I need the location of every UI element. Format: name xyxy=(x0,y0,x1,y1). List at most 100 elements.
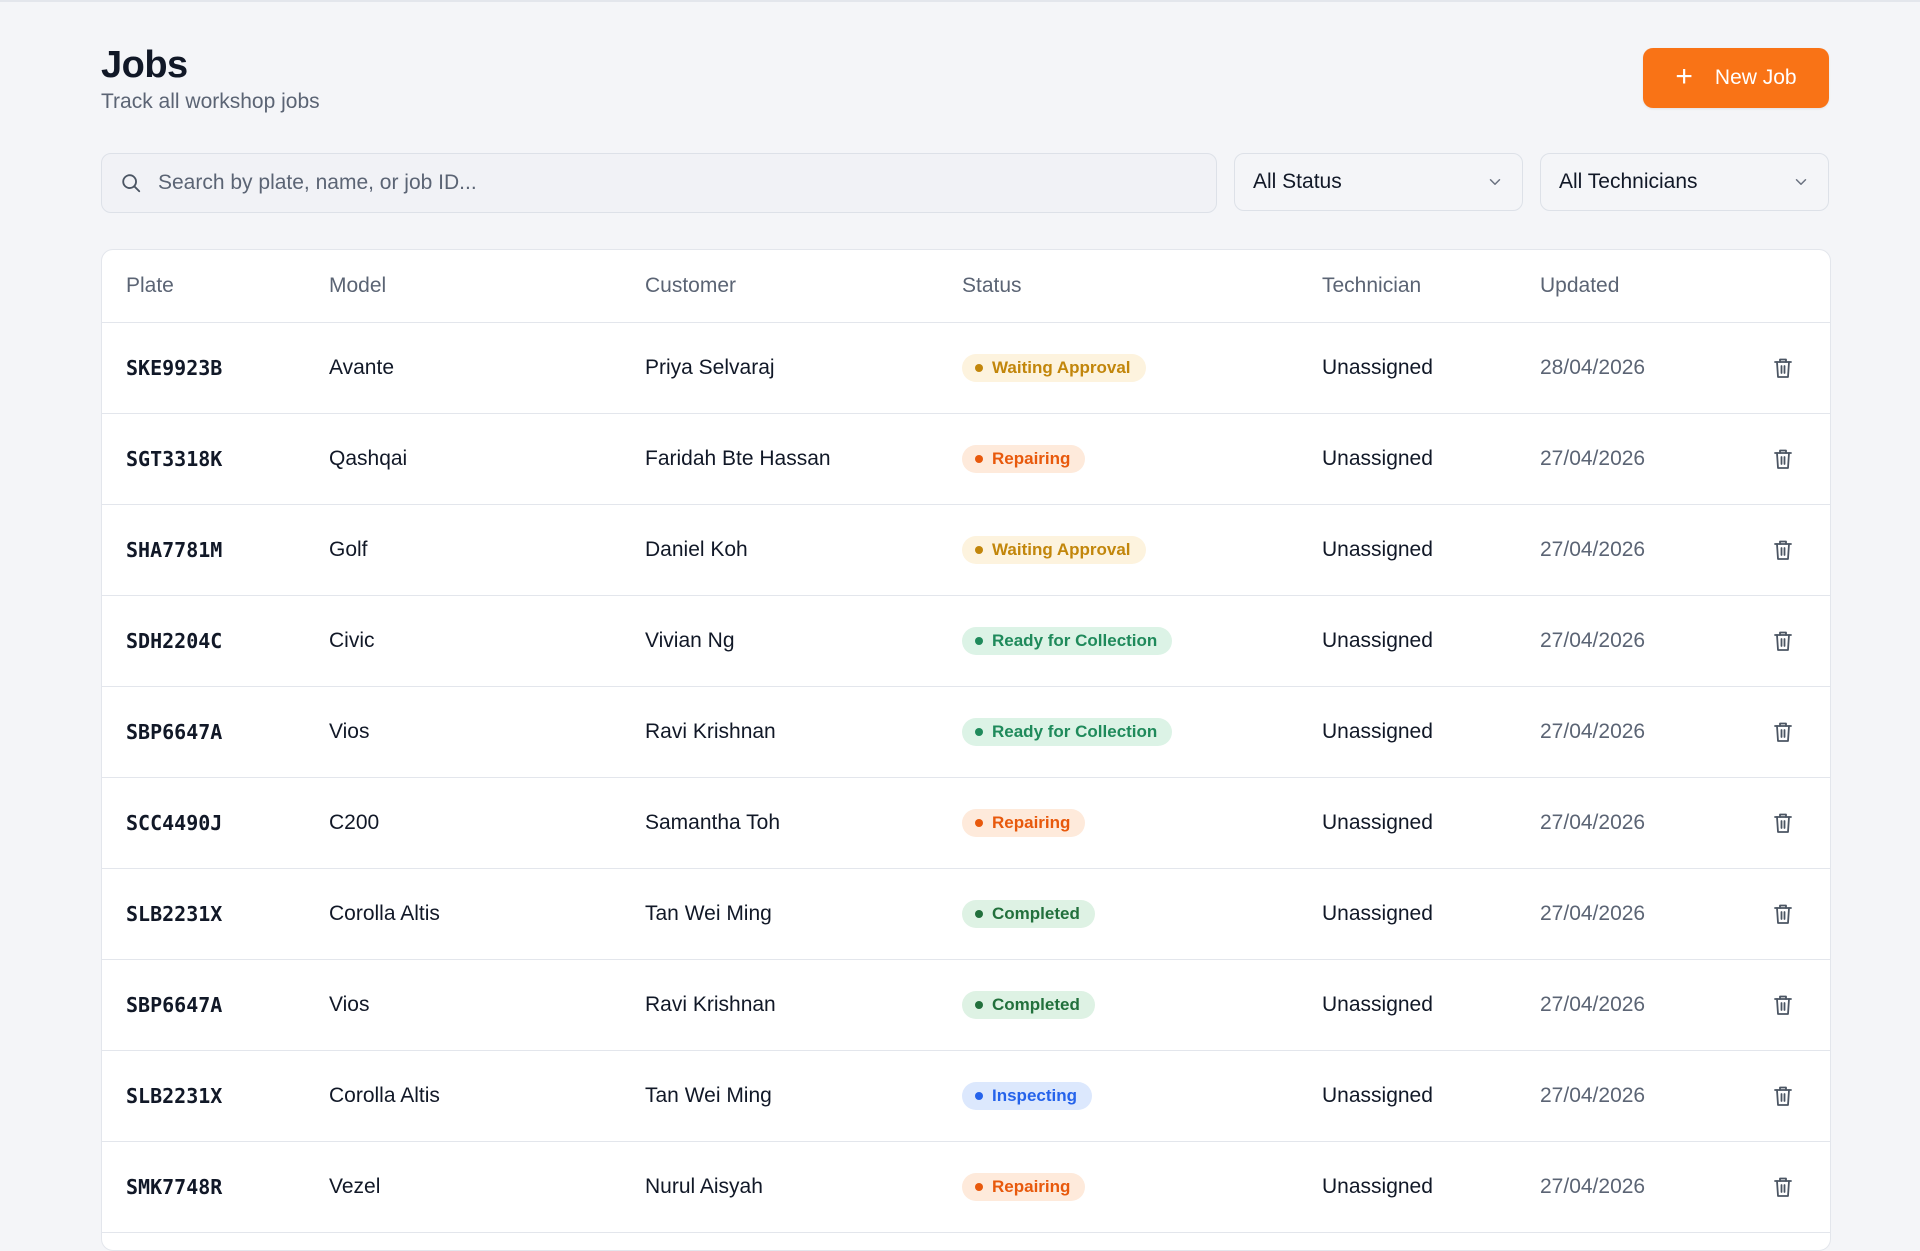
status-cell: Ready for Collection xyxy=(962,687,1173,777)
customer-cell: Tan Wei Ming xyxy=(645,902,772,925)
customer-cell: Ravi Krishnan xyxy=(645,720,776,743)
status-badge-label: Repairing xyxy=(992,1177,1071,1196)
technician-cell: Unassigned xyxy=(1322,902,1433,925)
delete-button[interactable] xyxy=(1773,778,1793,868)
status-cell: Repairing xyxy=(962,414,1086,504)
customer-cell: Tan Wei Ming xyxy=(645,1084,772,1107)
status-dot-icon xyxy=(975,1001,983,1009)
status-badge: Inspecting xyxy=(962,1082,1093,1110)
updated-cell: 27/04/2026 xyxy=(1540,993,1646,1016)
customer-cell: Ravi Krishnan xyxy=(645,993,776,1016)
table-row[interactable]: SBP6647A Vios Ravi Krishnan Completed Unassi… xyxy=(102,960,1830,1051)
trash-icon xyxy=(1773,721,1793,743)
status-cell: Completed xyxy=(962,869,1095,959)
trash-icon xyxy=(1773,357,1793,379)
plate-cell: SMK7748R xyxy=(126,1175,223,1199)
customer-cell: Vivian Ng xyxy=(645,629,735,652)
plate-cell: SCC4490J xyxy=(126,811,223,835)
model-cell: Corolla Altis xyxy=(329,902,440,925)
technician-cell: Unassigned xyxy=(1322,1084,1433,1107)
page-title: Jobs xyxy=(101,44,188,86)
status-cell: Repairing xyxy=(962,1142,1086,1232)
status-cell: Repairing xyxy=(962,778,1086,868)
table-row[interactable]: SGT3318K Qashqai Faridah Bte Hassan Repairi… xyxy=(102,414,1830,505)
plate-cell: SDH2204C xyxy=(126,629,223,653)
plate-cell: SGT3318K xyxy=(126,447,223,471)
status-dot-icon xyxy=(975,728,983,736)
table-row[interactable]: SLB2231X Corolla Altis Tan Wei Ming Inspect… xyxy=(102,1051,1830,1142)
column-header-updated: Updated xyxy=(1540,274,1620,297)
status-badge: Waiting Approval xyxy=(962,354,1146,382)
column-header-customer: Customer xyxy=(645,274,737,297)
status-dot-icon xyxy=(975,637,983,645)
column-header-plate: Plate xyxy=(126,274,174,297)
status-badge: Ready for Collection xyxy=(962,627,1173,655)
model-cell: Golf xyxy=(329,538,368,561)
delete-button[interactable] xyxy=(1773,960,1793,1050)
model-cell: Vios xyxy=(329,993,370,1016)
technician-filter-select[interactable]: All Technicians xyxy=(1540,153,1829,211)
plate-cell: SLB2231X xyxy=(126,902,223,926)
chevron-down-icon xyxy=(1795,179,1807,185)
table-row[interactable]: SCC4490J C200 Samantha Toh Repairing Unassig… xyxy=(102,778,1830,869)
status-badge-label: Waiting Approval xyxy=(992,540,1131,559)
status-badge-label: Waiting Approval xyxy=(992,358,1131,377)
plus-icon: + xyxy=(1675,59,1693,93)
trash-icon xyxy=(1773,994,1793,1016)
status-cell: Inspecting xyxy=(962,1051,1093,1141)
table-body: SKE9923B Avante Priya Selvaraj Waiting Appr… xyxy=(102,323,1830,1233)
technician-cell: Unassigned xyxy=(1322,538,1433,561)
delete-button[interactable] xyxy=(1773,1051,1793,1141)
column-header-status: Status xyxy=(962,274,1022,297)
status-badge-label: Completed xyxy=(992,904,1080,923)
filter-bar: All Status All Technicians xyxy=(101,153,1829,213)
status-filter-select[interactable]: All Status xyxy=(1234,153,1523,211)
model-cell: Corolla Altis xyxy=(329,1084,440,1107)
new-job-button[interactable]: + New Job xyxy=(1643,48,1829,108)
trash-icon xyxy=(1773,903,1793,925)
customer-cell: Nurul Aisyah xyxy=(645,1175,763,1198)
delete-button[interactable] xyxy=(1773,323,1793,413)
table-header: Plate Model Customer Status Technician U… xyxy=(102,250,1830,323)
model-cell: Vezel xyxy=(329,1175,381,1198)
status-dot-icon xyxy=(975,910,983,918)
status-badge: Repairing xyxy=(962,445,1086,473)
status-dot-icon xyxy=(975,455,983,463)
status-dot-icon xyxy=(975,1092,983,1100)
delete-button[interactable] xyxy=(1773,505,1793,595)
status-badge-label: Repairing xyxy=(992,813,1071,832)
search-input[interactable] xyxy=(156,170,1140,196)
trash-icon xyxy=(1773,1176,1793,1198)
delete-button[interactable] xyxy=(1773,687,1793,777)
delete-button[interactable] xyxy=(1773,869,1793,959)
technician-cell: Unassigned xyxy=(1322,811,1433,834)
status-badge-label: Ready for Collection xyxy=(992,631,1158,650)
table-row[interactable]: SKE9923B Avante Priya Selvaraj Waiting Appr… xyxy=(102,323,1830,414)
table-row[interactable]: SDH2204C Civic Vivian Ng Ready for Collecti… xyxy=(102,596,1830,687)
updated-cell: 27/04/2026 xyxy=(1540,538,1646,561)
plate-cell: SKE9923B xyxy=(126,356,223,380)
customer-cell: Faridah Bte Hassan xyxy=(645,447,831,470)
technician-cell: Unassigned xyxy=(1322,356,1433,379)
column-header-technician: Technician xyxy=(1322,274,1422,297)
model-cell: Qashqai xyxy=(329,447,408,470)
status-filter-value: All Status xyxy=(1253,170,1342,193)
delete-button[interactable] xyxy=(1773,414,1793,504)
plate-cell: SBP6647A xyxy=(126,720,223,744)
updated-cell: 27/04/2026 xyxy=(1540,447,1646,470)
technician-filter-value: All Technicians xyxy=(1559,170,1698,193)
page-header: Jobs Track all workshop jobs + New Job xyxy=(101,40,1829,120)
model-cell: Avante xyxy=(329,356,394,379)
table-row[interactable]: SBP6647A Vios Ravi Krishnan Ready for Colle… xyxy=(102,687,1830,778)
status-dot-icon xyxy=(975,1183,983,1191)
customer-cell: Priya Selvaraj xyxy=(645,356,775,379)
trash-icon xyxy=(1773,1085,1793,1107)
table-row[interactable]: SLB2231X Corolla Altis Tan Wei Ming Complet… xyxy=(102,869,1830,960)
search-icon xyxy=(122,174,141,193)
table-row[interactable]: SMK7748R Vezel Nurul Aisyah Repairing Unassi… xyxy=(102,1142,1830,1233)
delete-button[interactable] xyxy=(1773,1142,1793,1232)
delete-button[interactable] xyxy=(1773,596,1793,686)
table-row[interactable]: SHA7781M Golf Daniel Koh Waiting Approval Un… xyxy=(102,505,1830,596)
column-header-model: Model xyxy=(329,274,387,297)
status-dot-icon xyxy=(975,364,983,372)
